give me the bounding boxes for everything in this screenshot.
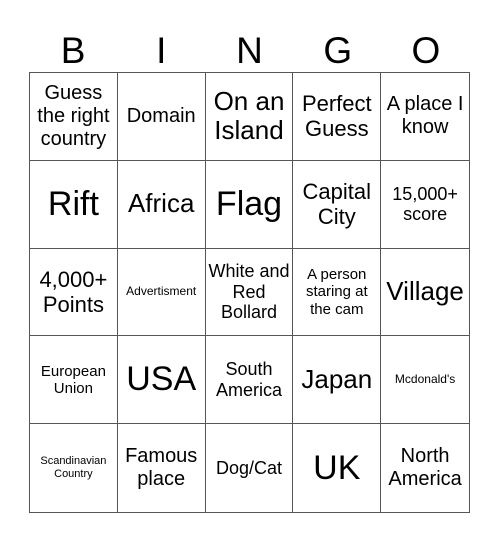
- bingo-cell[interactable]: Mcdonald's: [381, 336, 469, 425]
- header-letter-n: N: [236, 30, 263, 71]
- bingo-cell[interactable]: European Union: [30, 336, 118, 425]
- bingo-cell[interactable]: North America: [381, 424, 469, 512]
- bingo-cell[interactable]: Domain: [117, 73, 206, 161]
- bingo-cell[interactable]: A place I know: [381, 73, 469, 161]
- bingo-cell[interactable]: Village: [381, 249, 469, 337]
- bingo-cell[interactable]: 4,000+ Points: [30, 248, 118, 337]
- bingo-cell[interactable]: On an Island: [205, 73, 294, 161]
- bingo-cell[interactable]: Advertisment: [117, 248, 206, 337]
- header-letter-i: I: [156, 30, 167, 71]
- bingo-cell[interactable]: White and Red Bollard: [205, 248, 294, 337]
- bingo-cell[interactable]: Scandinavian Country: [30, 424, 118, 512]
- bingo-cell[interactable]: USA: [117, 336, 206, 425]
- bingo-cell[interactable]: Guess the right country: [30, 73, 118, 161]
- bingo-cell[interactable]: 15,000+ score: [381, 161, 469, 249]
- header-letter-o: O: [411, 30, 441, 71]
- bingo-cell[interactable]: Rift: [30, 160, 118, 249]
- bingo-cell[interactable]: UK: [293, 424, 382, 512]
- bingo-cell[interactable]: A person staring at the cam: [293, 248, 382, 337]
- bingo-cell[interactable]: Famous place: [118, 424, 206, 512]
- bingo-cell[interactable]: South America: [205, 336, 294, 425]
- bingo-grid: Guess the right country Domain On an Isl…: [29, 72, 470, 513]
- bingo-cell[interactable]: Dog/Cat: [206, 424, 294, 512]
- header-letter-b: B: [60, 30, 86, 71]
- bingo-cell[interactable]: Perfect Guess: [293, 73, 382, 161]
- bingo-cell[interactable]: Africa: [117, 160, 206, 249]
- header-letter-g: G: [323, 30, 353, 71]
- bingo-header: B I N G O: [29, 30, 470, 72]
- bingo-cell[interactable]: Japan: [293, 336, 382, 425]
- bingo-cell[interactable]: Capital City: [293, 160, 382, 249]
- bingo-cell[interactable]: Flag: [205, 160, 294, 249]
